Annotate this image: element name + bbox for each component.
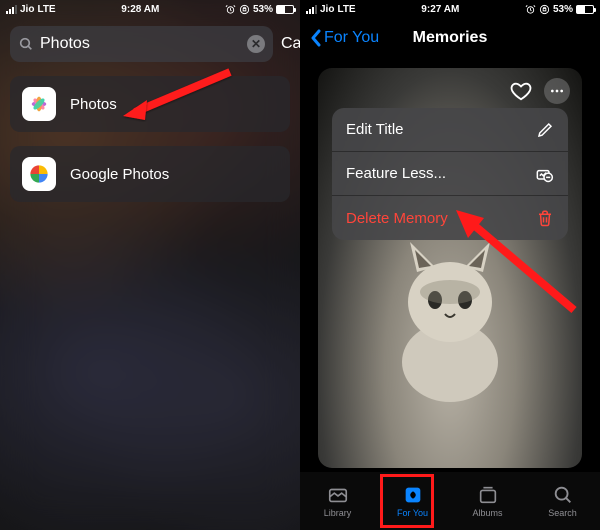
back-button[interactable]: For You bbox=[310, 29, 379, 47]
network-label: LTE bbox=[337, 4, 355, 15]
tab-albums[interactable]: Albums bbox=[450, 472, 525, 530]
clear-icon[interactable]: ✕ bbox=[247, 35, 265, 53]
card-actions bbox=[508, 78, 570, 104]
favorite-button[interactable] bbox=[508, 78, 534, 104]
battery-icon bbox=[276, 5, 294, 14]
pencil-icon bbox=[536, 121, 554, 139]
tab-library[interactable]: Library bbox=[300, 472, 375, 530]
tab-label: For You bbox=[397, 508, 428, 518]
clock: 9:27 AM bbox=[421, 4, 459, 15]
for-you-icon bbox=[400, 484, 426, 506]
trash-icon bbox=[536, 209, 554, 227]
cancel-button[interactable]: Cancel bbox=[281, 35, 300, 53]
albums-icon bbox=[475, 484, 501, 506]
ellipsis-icon bbox=[549, 83, 565, 99]
clock: 9:28 AM bbox=[121, 4, 159, 15]
alarm-icon bbox=[225, 4, 236, 15]
search-row: ✕ Cancel bbox=[0, 18, 300, 76]
back-label: For You bbox=[324, 29, 379, 47]
battery-pct: 53% bbox=[553, 4, 573, 15]
more-button[interactable] bbox=[544, 78, 570, 104]
chevron-left-icon bbox=[310, 29, 322, 47]
status-bar: Jio LTE 9:28 AM 53% bbox=[0, 0, 300, 18]
memory-card[interactable]: Edit Title Feature Less... Delete Memory bbox=[318, 68, 582, 468]
rotation-lock-icon bbox=[539, 4, 550, 15]
result-photos[interactable]: Photos bbox=[10, 76, 290, 132]
heart-icon bbox=[510, 80, 532, 102]
result-label: Google Photos bbox=[70, 166, 169, 183]
signal-icon bbox=[6, 5, 17, 14]
status-bar: Jio LTE 9:27 AM 53% bbox=[300, 0, 600, 18]
result-google-photos[interactable]: Google Photos bbox=[10, 146, 290, 202]
search-input[interactable] bbox=[34, 35, 247, 53]
left-phone-search: Jio LTE 9:28 AM 53% ✕ Cancel bbox=[0, 0, 300, 530]
alarm-icon bbox=[525, 4, 536, 15]
menu-label: Delete Memory bbox=[346, 210, 448, 227]
library-icon bbox=[325, 484, 351, 506]
google-photos-icon bbox=[22, 157, 56, 191]
context-menu: Edit Title Feature Less... Delete Memory bbox=[332, 108, 568, 240]
tab-label: Library bbox=[324, 508, 352, 518]
photos-app-icon bbox=[22, 87, 56, 121]
battery-icon bbox=[576, 5, 594, 14]
search-field[interactable]: ✕ bbox=[10, 26, 273, 62]
carrier-label: Jio bbox=[320, 4, 334, 15]
tab-label: Search bbox=[548, 508, 577, 518]
battery-pct: 53% bbox=[253, 4, 273, 15]
search-results: Photos Google Photos bbox=[0, 76, 300, 202]
menu-feature-less[interactable]: Feature Less... bbox=[332, 152, 568, 196]
tab-for-you[interactable]: For You bbox=[375, 472, 450, 530]
menu-delete-memory[interactable]: Delete Memory bbox=[332, 196, 568, 240]
network-label: LTE bbox=[37, 4, 55, 15]
rotation-lock-icon bbox=[239, 4, 250, 15]
feature-less-icon bbox=[534, 164, 554, 184]
tab-search[interactable]: Search bbox=[525, 472, 600, 530]
menu-label: Feature Less... bbox=[346, 165, 446, 182]
menu-edit-title[interactable]: Edit Title bbox=[332, 108, 568, 152]
carrier-label: Jio bbox=[20, 4, 34, 15]
result-label: Photos bbox=[70, 96, 117, 113]
tab-bar: Library For You Albums Search bbox=[300, 472, 600, 530]
right-phone-memories: Jio LTE 9:27 AM 53% For You Memories bbox=[300, 0, 600, 530]
memory-image-cat bbox=[375, 232, 525, 402]
menu-label: Edit Title bbox=[346, 121, 404, 138]
nav-bar: For You Memories bbox=[300, 18, 600, 58]
search-icon bbox=[550, 484, 576, 506]
search-icon bbox=[18, 36, 34, 52]
tab-label: Albums bbox=[472, 508, 502, 518]
signal-icon bbox=[306, 5, 317, 14]
